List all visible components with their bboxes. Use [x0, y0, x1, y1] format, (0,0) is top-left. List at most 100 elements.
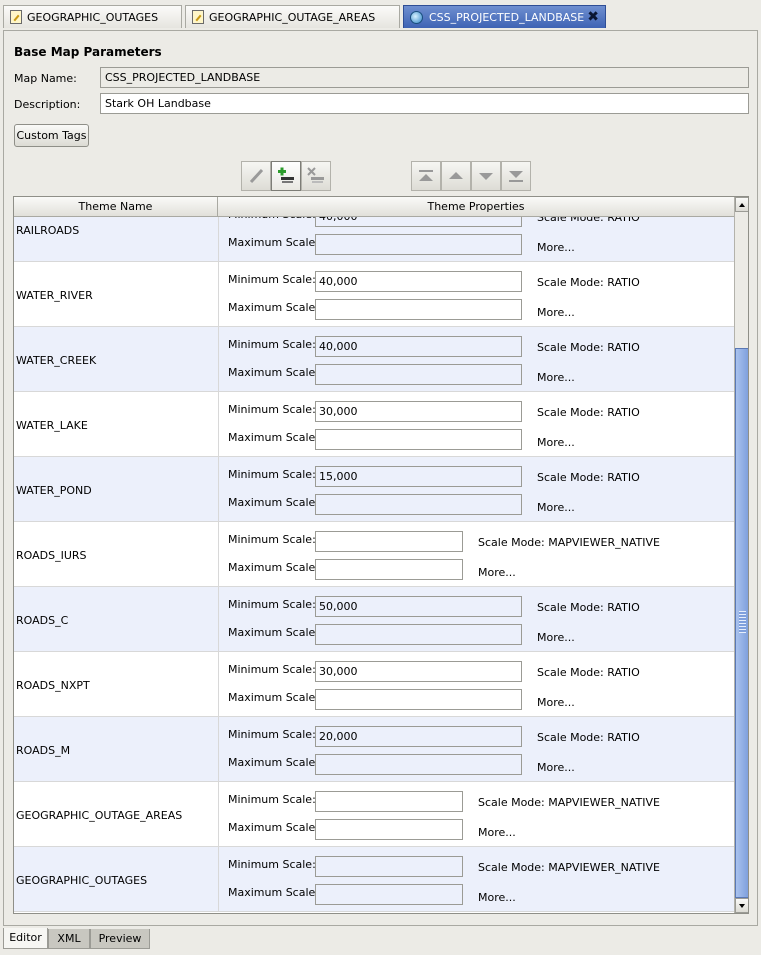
- more-link[interactable]: More...: [537, 631, 575, 644]
- tab-xml[interactable]: XML: [48, 929, 90, 949]
- tab-geographic-outage-areas[interactable]: GEOGRAPHIC_OUTAGE_AREAS: [185, 5, 400, 28]
- minimum-scale-field[interactable]: 20,000: [315, 726, 522, 747]
- table-row[interactable]: ROADS_C Minimum Scale: 50,000 Maximum Sc…: [14, 587, 734, 652]
- scroll-up-arrow-icon[interactable]: [735, 197, 748, 212]
- description-field[interactable]: Stark OH Landbase: [100, 93, 749, 114]
- more-link[interactable]: More...: [537, 761, 575, 774]
- minimum-scale-field[interactable]: [315, 856, 463, 877]
- theme-name: ROADS_M: [16, 744, 71, 757]
- tab-label: CSS_PROJECTED_LANDBASE: [429, 10, 585, 24]
- move-top-icon: [419, 170, 433, 181]
- more-link[interactable]: More...: [537, 436, 575, 449]
- minimum-scale-field[interactable]: 40,000: [315, 271, 522, 292]
- table-row[interactable]: WATER_CREEK Minimum Scale: 40,000 Maximu…: [14, 327, 734, 392]
- move-up-icon: [449, 172, 463, 179]
- more-link[interactable]: More...: [537, 501, 575, 514]
- more-link[interactable]: More...: [537, 306, 575, 319]
- minimum-scale-field[interactable]: 40,000: [315, 217, 522, 227]
- maximum-scale-field[interactable]: [315, 234, 522, 255]
- maximum-scale-field[interactable]: [315, 624, 522, 645]
- move-bottom-button[interactable]: [501, 161, 531, 191]
- edit-theme-button[interactable]: [241, 161, 271, 191]
- minimum-scale-field[interactable]: 30,000: [315, 661, 522, 682]
- table-row[interactable]: GEOGRAPHIC_OUTAGES Minimum Scale: Maximu…: [14, 847, 734, 912]
- minimum-scale-label: Minimum Scale:: [228, 273, 316, 286]
- scale-mode-text: Scale Mode: RATIO: [537, 731, 640, 744]
- minimum-scale-field[interactable]: [315, 791, 463, 812]
- bottom-tab-bar: Editor XML Preview: [0, 927, 761, 955]
- maximum-scale-field[interactable]: [315, 689, 522, 710]
- maximum-scale-label: Maximum Scale:: [228, 886, 319, 899]
- more-link[interactable]: More...: [537, 241, 575, 254]
- scale-mode-text: Scale Mode: RATIO: [537, 276, 640, 289]
- more-link[interactable]: More...: [537, 696, 575, 709]
- maximum-scale-label: Maximum Scale:: [228, 756, 319, 769]
- theme-name: GEOGRAPHIC_OUTAGE_AREAS: [16, 809, 183, 822]
- table-row[interactable]: ROADS_M Minimum Scale: 20,000 Maximum Sc…: [14, 717, 734, 782]
- tab-label: GEOGRAPHIC_OUTAGE_AREAS: [209, 10, 376, 24]
- maximum-scale-field[interactable]: [315, 884, 463, 905]
- maximum-scale-label: Maximum Scale:: [228, 236, 319, 249]
- tab-editor[interactable]: Editor: [3, 928, 48, 949]
- column-divider: [218, 392, 219, 457]
- maximum-scale-label: Maximum Scale:: [228, 301, 319, 314]
- delete-theme-icon: [307, 167, 324, 183]
- theme-icon: [192, 10, 204, 24]
- table-row[interactable]: ROADS_IURS Minimum Scale: Maximum Scale:…: [14, 522, 734, 587]
- minimum-scale-label: Minimum Scale:: [228, 728, 316, 741]
- maximum-scale-field[interactable]: [315, 429, 522, 450]
- maximum-scale-field[interactable]: [315, 754, 522, 775]
- close-tab-icon[interactable]: ✖: [587, 9, 599, 25]
- scale-mode-text: Scale Mode: MAPVIEWER_NATIVE: [478, 796, 660, 809]
- minimum-scale-field[interactable]: 15,000: [315, 466, 522, 487]
- themes-table: Theme Name Theme Properties RAILROADS Mi…: [13, 196, 749, 914]
- maximum-scale-field[interactable]: [315, 559, 463, 580]
- minimum-scale-field[interactable]: 40,000: [315, 336, 522, 357]
- scrollbar-thumb[interactable]: [735, 348, 748, 898]
- column-header-theme-properties[interactable]: Theme Properties: [218, 197, 734, 217]
- table-row[interactable]: RAILROADS Minimum Scale: 40,000 Maximum …: [14, 217, 734, 262]
- maximum-scale-field[interactable]: [315, 819, 463, 840]
- maximum-scale-field[interactable]: [315, 494, 522, 515]
- scale-mode-text: Scale Mode: RATIO: [537, 406, 640, 419]
- table-row[interactable]: WATER_RIVER Minimum Scale: 40,000 Maximu…: [14, 262, 734, 327]
- more-link[interactable]: More...: [537, 371, 575, 384]
- table-row[interactable]: WATER_LAKE Minimum Scale: 30,000 Maximum…: [14, 392, 734, 457]
- column-divider: [218, 847, 219, 912]
- move-top-button[interactable]: [411, 161, 441, 191]
- tab-geographic-outages[interactable]: GEOGRAPHIC_OUTAGES: [3, 5, 182, 28]
- move-up-button[interactable]: [441, 161, 471, 191]
- description-label: Description:: [14, 98, 81, 111]
- column-header-theme-name[interactable]: Theme Name: [14, 197, 218, 217]
- theme-name: RAILROADS: [16, 224, 80, 237]
- maximum-scale-label: Maximum Scale:: [228, 821, 319, 834]
- more-link[interactable]: More...: [478, 566, 516, 579]
- column-divider: [218, 522, 219, 587]
- minimum-scale-field[interactable]: 50,000: [315, 596, 522, 617]
- custom-tags-button[interactable]: Custom Tags: [14, 124, 89, 147]
- delete-theme-button[interactable]: [301, 161, 331, 191]
- minimum-scale-label: Minimum Scale:: [228, 468, 316, 481]
- minimum-scale-field[interactable]: 30,000: [315, 401, 522, 422]
- column-divider: [218, 587, 219, 652]
- table-row[interactable]: ROADS_NXPT Minimum Scale: 30,000 Maximum…: [14, 652, 734, 717]
- maximum-scale-field[interactable]: [315, 299, 522, 320]
- minimum-scale-field[interactable]: [315, 531, 463, 552]
- tab-css-projected-landbase[interactable]: CSS_PROJECTED_LANDBASE ✖: [403, 5, 606, 28]
- scroll-down-arrow-icon[interactable]: [735, 898, 748, 913]
- maximum-scale-label: Maximum Scale:: [228, 366, 319, 379]
- column-divider: [218, 262, 219, 327]
- minimum-scale-label: Minimum Scale:: [228, 533, 316, 546]
- add-theme-button[interactable]: [271, 161, 301, 191]
- vertical-scrollbar[interactable]: [734, 197, 748, 913]
- table-row[interactable]: GEOGRAPHIC_OUTAGE_AREAS Minimum Scale: M…: [14, 782, 734, 847]
- tab-preview[interactable]: Preview: [90, 929, 150, 949]
- table-header: Theme Name Theme Properties: [14, 197, 734, 217]
- more-link[interactable]: More...: [478, 826, 516, 839]
- move-down-button[interactable]: [471, 161, 501, 191]
- more-link[interactable]: More...: [478, 891, 516, 904]
- maximum-scale-field[interactable]: [315, 364, 522, 385]
- table-row[interactable]: WATER_POND Minimum Scale: 15,000 Maximum…: [14, 457, 734, 522]
- edit-icon: [249, 168, 264, 184]
- grip-icon: [739, 611, 746, 633]
